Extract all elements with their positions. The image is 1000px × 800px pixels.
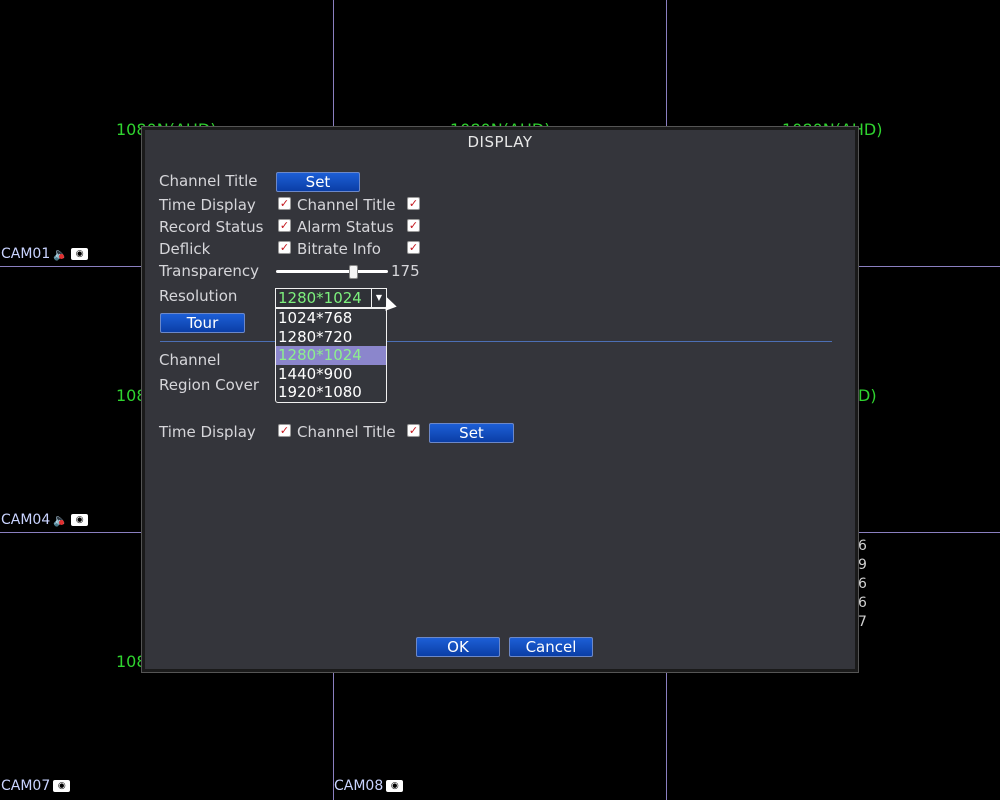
ok-button[interactable]: OK [416, 637, 500, 657]
bitrate-info-checkbox[interactable]: ✓ [407, 241, 420, 254]
channel-info-text: 9 [858, 557, 867, 573]
camera-label-cam04: CAM04 🔈 ◉ [1, 512, 89, 528]
transparency-label: Transparency [159, 262, 260, 280]
record-icon: ◉ [71, 514, 89, 526]
resolution-option[interactable]: 1440*900 [276, 365, 386, 384]
channel-title-set-button[interactable]: Set [276, 172, 360, 192]
resolution-option[interactable]: 1920*1080 [276, 383, 386, 402]
time-display-checkbox[interactable]: ✓ [278, 197, 291, 210]
deflick-checkbox[interactable]: ✓ [278, 241, 291, 254]
mouse-cursor-icon [381, 295, 397, 311]
camera-name: CAM07 [1, 778, 51, 794]
time-display-checkbox-2[interactable]: ✓ [278, 424, 291, 437]
resolution-option[interactable]: 1024*768 [276, 309, 386, 328]
divider [160, 341, 832, 342]
resolution-selected-value: 1280*1024 [278, 289, 362, 307]
transparency-slider[interactable] [276, 265, 388, 279]
channel-info-text: 6 [858, 538, 867, 554]
alarm-status-checkbox[interactable]: ✓ [407, 219, 420, 232]
channel-title-set-button-2[interactable]: Set [429, 423, 514, 443]
channel-info-text: 7 [858, 614, 867, 630]
region-cover-label: Region Cover [159, 376, 260, 394]
channel-info-text: 6 [858, 576, 867, 592]
channel-label: Channel [159, 351, 221, 369]
resolution-option-selected[interactable]: 1280*1024 [276, 346, 386, 365]
time-display-label-2: Time Display [159, 423, 256, 441]
alarm-status-label: Alarm Status [297, 218, 394, 236]
camera-name: CAM01 [1, 246, 51, 262]
resolution-dropdown-list: 1024*768 1280*720 1280*1024 1440*900 192… [275, 308, 387, 403]
speaker-mute-icon: 🔈 [53, 247, 69, 261]
time-display-label: Time Display [159, 196, 256, 214]
record-status-checkbox[interactable]: ✓ [278, 219, 291, 232]
record-status-label: Record Status [159, 218, 264, 236]
channel-title-label: Channel Title [159, 172, 258, 190]
slider-handle[interactable] [348, 265, 358, 279]
bitrate-info-label: Bitrate Info [297, 240, 381, 258]
camera-name: CAM08 [334, 778, 384, 794]
channel-title-label-2: Channel Title [297, 196, 396, 214]
camera-label-cam07: CAM07 ◉ [1, 778, 71, 794]
camera-label-cam01: CAM01 🔈 ◉ [1, 246, 89, 262]
record-icon: ◉ [71, 248, 89, 260]
cancel-button[interactable]: Cancel [509, 637, 593, 657]
deflick-label: Deflick [159, 240, 211, 258]
record-icon: ◉ [53, 780, 71, 792]
channel-resolution: D) [858, 386, 877, 405]
camera-label-cam08: CAM08 ◉ [334, 778, 404, 794]
transparency-value: 175 [391, 262, 420, 280]
resolution-label: Resolution [159, 287, 238, 305]
channel-title-label-3: Channel Title [297, 423, 396, 441]
record-icon: ◉ [386, 780, 404, 792]
speaker-mute-icon: 🔈 [53, 513, 69, 527]
dialog-title: DISPLAY [467, 133, 533, 151]
channel-title-checkbox-2[interactable]: ✓ [407, 424, 420, 437]
resolution-select[interactable]: 1280*1024 ▼ [275, 288, 387, 308]
resolution-option[interactable]: 1280*720 [276, 328, 386, 347]
display-dialog: DISPLAY Channel Title Set Time Display ✓… [141, 126, 859, 673]
channel-info-text: 6 [858, 595, 867, 611]
channel-title-checkbox[interactable]: ✓ [407, 197, 420, 210]
camera-name: CAM04 [1, 512, 51, 528]
tour-button[interactable]: Tour [160, 313, 245, 333]
